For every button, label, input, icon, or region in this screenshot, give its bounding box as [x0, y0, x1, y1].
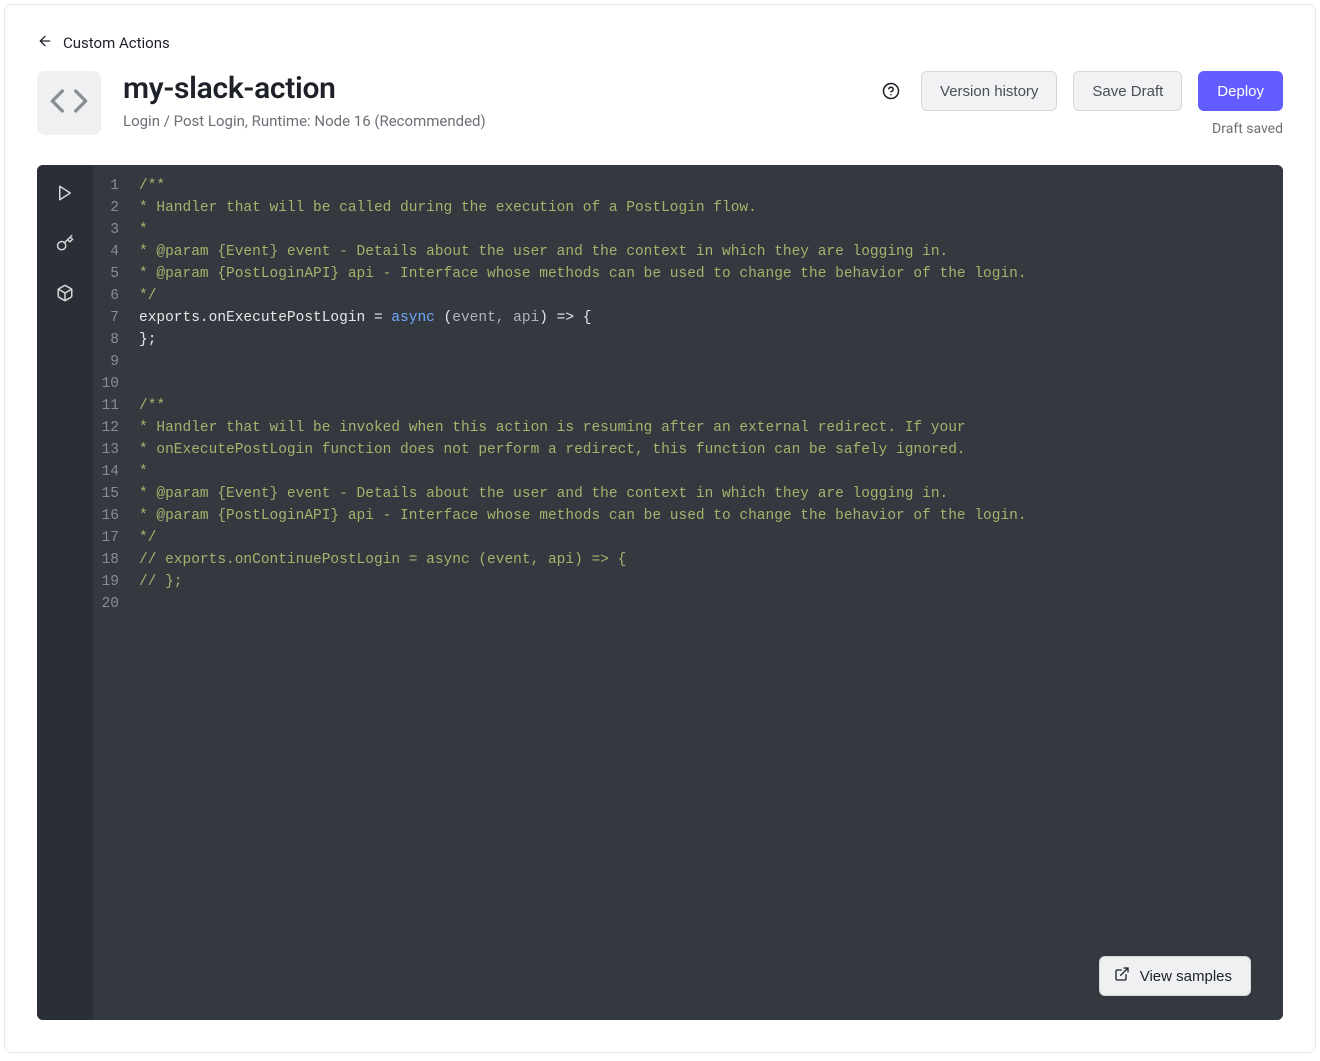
- line-number: 9: [93, 351, 119, 373]
- code-line[interactable]: /**: [139, 175, 1271, 197]
- action-icon-box: [37, 71, 101, 135]
- line-number: 3: [93, 219, 119, 241]
- line-number: 20: [93, 593, 119, 615]
- package-icon[interactable]: [53, 281, 77, 305]
- help-circle-icon[interactable]: [881, 81, 901, 101]
- code-line[interactable]: * Handler that will be called during the…: [139, 197, 1271, 219]
- line-number: 8: [93, 329, 119, 351]
- code-line[interactable]: /**: [139, 395, 1271, 417]
- page-container: Custom Actions my-slack-action Login / P…: [4, 4, 1316, 1053]
- save-draft-button[interactable]: Save Draft: [1073, 71, 1182, 111]
- code-line[interactable]: exports.onExecutePostLogin = async (even…: [139, 307, 1271, 329]
- line-number: 19: [93, 571, 119, 593]
- code-line[interactable]: * Handler that will be invoked when this…: [139, 417, 1271, 439]
- line-number: 5: [93, 263, 119, 285]
- button-row: Version history Save Draft Deploy: [881, 71, 1283, 111]
- view-samples-button[interactable]: View samples: [1099, 956, 1251, 996]
- line-number: 13: [93, 439, 119, 461]
- line-number: 7: [93, 307, 119, 329]
- line-number: 2: [93, 197, 119, 219]
- code-line[interactable]: *: [139, 461, 1271, 483]
- line-number: 16: [93, 505, 119, 527]
- header-actions: Version history Save Draft Deploy Draft …: [881, 71, 1283, 137]
- code-line[interactable]: * @param {Event} event - Details about t…: [139, 241, 1271, 263]
- play-icon[interactable]: [53, 181, 77, 205]
- line-gutter: 1234567891011121314151617181920: [93, 165, 127, 1020]
- draft-saved-status: Draft saved: [1212, 121, 1283, 137]
- code-line[interactable]: *: [139, 219, 1271, 241]
- page-title: my-slack-action: [123, 71, 859, 106]
- version-history-button[interactable]: Version history: [921, 71, 1057, 111]
- line-number: 12: [93, 417, 119, 439]
- breadcrumb-label: Custom Actions: [63, 34, 170, 52]
- line-number: 17: [93, 527, 119, 549]
- code-line[interactable]: * onExecutePostLogin function does not p…: [139, 439, 1271, 461]
- code-line[interactable]: [139, 373, 1271, 395]
- code-line[interactable]: // exports.onContinuePostLogin = async (…: [139, 549, 1271, 571]
- title-block: my-slack-action Login / Post Login, Runt…: [123, 71, 859, 130]
- deploy-button[interactable]: Deploy: [1198, 71, 1283, 111]
- key-icon[interactable]: [53, 231, 77, 255]
- line-number: 6: [93, 285, 119, 307]
- line-number: 15: [93, 483, 119, 505]
- line-number: 1: [93, 175, 119, 197]
- line-number: 11: [93, 395, 119, 417]
- arrow-left-icon: [37, 33, 53, 53]
- code-line[interactable]: // };: [139, 571, 1271, 593]
- view-samples-label: View samples: [1140, 968, 1232, 985]
- code-line[interactable]: * @param {PostLoginAPI} api - Interface …: [139, 505, 1271, 527]
- line-number: 4: [93, 241, 119, 263]
- code-line[interactable]: */: [139, 527, 1271, 549]
- code-line[interactable]: [139, 593, 1271, 615]
- code-brackets-icon: [49, 81, 89, 125]
- line-number: 18: [93, 549, 119, 571]
- code-area[interactable]: /*** Handler that will be called during …: [127, 165, 1283, 1020]
- line-number: 14: [93, 461, 119, 483]
- editor-sidebar: [37, 165, 93, 1020]
- editor-container: 1234567891011121314151617181920 /*** Han…: [37, 165, 1283, 1020]
- page-subtitle: Login / Post Login, Runtime: Node 16 (Re…: [123, 112, 859, 130]
- external-link-icon: [1114, 966, 1130, 986]
- line-number: 10: [93, 373, 119, 395]
- code-editor[interactable]: 1234567891011121314151617181920 /*** Han…: [93, 165, 1283, 1020]
- breadcrumb[interactable]: Custom Actions: [5, 5, 1315, 53]
- code-line[interactable]: * @param {PostLoginAPI} api - Interface …: [139, 263, 1271, 285]
- code-line[interactable]: };: [139, 329, 1271, 351]
- code-line[interactable]: * @param {Event} event - Details about t…: [139, 483, 1271, 505]
- code-line[interactable]: */: [139, 285, 1271, 307]
- header: my-slack-action Login / Post Login, Runt…: [5, 53, 1315, 137]
- code-line[interactable]: [139, 351, 1271, 373]
